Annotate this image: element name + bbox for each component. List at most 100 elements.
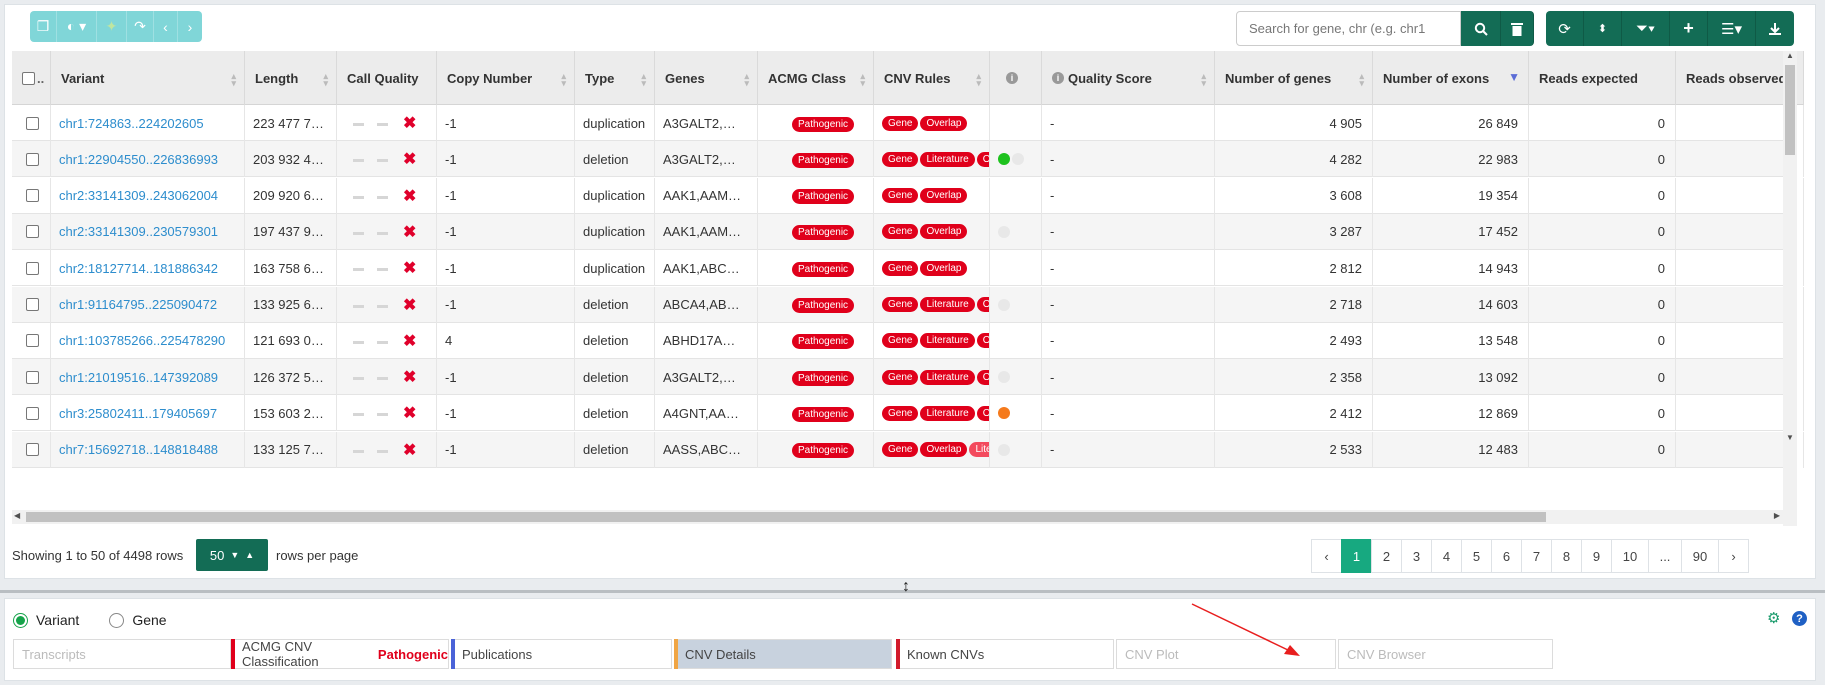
column-header[interactable]: Length ▴ ▾ — [245, 51, 337, 105]
prev-button[interactable]: ‹ — [154, 11, 178, 42]
page-button[interactable]: 90 — [1681, 539, 1719, 573]
next-button[interactable]: › — [178, 11, 202, 42]
panel-splitter[interactable] — [0, 590, 1825, 593]
page-button[interactable]: 3 — [1401, 539, 1432, 573]
page-button[interactable]: ... — [1648, 539, 1682, 573]
search-button[interactable] — [1461, 11, 1501, 46]
table-row[interactable]: chr3:25802411..179405697 153 603 2… ✖ -1 del… — [12, 395, 1804, 432]
page-button[interactable]: 7 — [1521, 539, 1552, 573]
filter-button[interactable]: ⏷▾ — [1622, 11, 1670, 46]
copy-button[interactable]: ❐ — [30, 11, 57, 42]
tab-cnv-browser[interactable]: CNV Browser — [1338, 639, 1553, 669]
page-button[interactable]: 6 — [1491, 539, 1522, 573]
table-row[interactable]: chr1:724863..224202605 223 477 7… ✖ -1 dupli… — [12, 105, 1804, 141]
variant-link[interactable]: chr2:18127714..181886342 — [59, 261, 218, 276]
column-header[interactable]: Number of genes ▴ ▾ — [1215, 51, 1373, 105]
radio-variant[interactable] — [13, 612, 28, 628]
table-cell: AAK1,AAM… — [655, 177, 758, 214]
refresh-button[interactable]: ⟳ — [1546, 11, 1584, 46]
tab-publications[interactable]: Publications — [451, 639, 672, 669]
column-header[interactable]: CNV Rules ▴ ▾ — [874, 51, 990, 105]
variant-link[interactable]: chr2:33141309..230579301 — [59, 224, 218, 239]
column-header[interactable]: Copy Number ▴ ▾ — [437, 51, 575, 105]
checkbox[interactable] — [22, 71, 35, 85]
table-cell: duplication — [575, 213, 655, 250]
column-header[interactable]: Call Quality — [337, 51, 437, 105]
variant-link[interactable]: chr7:15692718..148818488 — [59, 442, 218, 457]
column-header[interactable]: Genes ▴ ▾ — [655, 51, 758, 105]
table-row[interactable]: chr2:33141309..243062004 209 920 6… ✖ -1 dup… — [12, 177, 1804, 214]
download-button[interactable] — [1756, 11, 1794, 46]
length-value: 153 603 2… — [253, 405, 324, 421]
tab-transcripts[interactable]: Transcripts — [13, 639, 231, 669]
search-input[interactable] — [1236, 11, 1461, 46]
row-checkbox[interactable] — [26, 334, 39, 348]
table-row[interactable]: chr1:21019516..147392089 126 372 5… ✖ -1 del… — [12, 359, 1804, 396]
column-header[interactable]: Reads expected — [1529, 51, 1676, 105]
column-header[interactable]: Type ▴ ▾ — [575, 51, 655, 105]
column-header-info[interactable]: i — [990, 51, 1042, 105]
page-button[interactable]: 5 — [1461, 539, 1492, 573]
row-checkbox[interactable] — [26, 189, 39, 203]
gear-icon[interactable]: ⚙ — [1767, 611, 1782, 626]
tab-cnv-details[interactable]: CNV Details — [674, 639, 892, 669]
help-icon[interactable]: ? — [1792, 611, 1807, 626]
variant-link[interactable]: chr1:22904550..226836993 — [59, 152, 218, 167]
clear-button[interactable] — [1501, 11, 1534, 46]
page-size-select[interactable]: 50 ▼ ▲ — [196, 539, 268, 571]
table-row[interactable]: chr1:103785266..225478290 121 693 0… ✖ 4 del… — [12, 322, 1804, 359]
row-checkbox[interactable] — [26, 443, 39, 457]
sort-icon: ▴ ▾ — [323, 71, 328, 88]
variant-link[interactable]: chr1:91164795..225090472 — [59, 297, 217, 312]
tab-cnv-plot[interactable]: CNV Plot — [1116, 639, 1336, 669]
table-row[interactable]: chr1:22904550..226836993 203 932 4… ✖ -1 del… — [12, 141, 1804, 178]
resize-handle-icon[interactable]: ↕ — [902, 578, 910, 596]
add-button[interactable]: + — [1670, 11, 1708, 46]
horizontal-scroll-thumb[interactable] — [26, 512, 1546, 522]
status-dot — [998, 225, 1010, 238]
table-cell: 2 493 — [1215, 322, 1373, 359]
tab-acmg-cnv-classification[interactable]: ACMG CNV Classification Pathogenic — [231, 639, 449, 669]
page-button[interactable]: 4 — [1431, 539, 1462, 573]
column-header[interactable]: Variant ▴ ▾ — [51, 51, 245, 105]
select-all-checkbox[interactable]: .. — [12, 51, 51, 105]
magic-button[interactable]: ✦ — [97, 11, 127, 42]
tab-known-cnvs[interactable]: Known CNVs — [896, 639, 1114, 669]
row-checkbox[interactable] — [26, 225, 39, 239]
page-button[interactable]: 2 — [1371, 539, 1402, 573]
table-row[interactable]: chr2:18127714..181886342 163 758 6… ✖ -1 dup… — [12, 250, 1804, 287]
page-button[interactable]: 10 — [1611, 539, 1649, 573]
row-checkbox[interactable] — [26, 261, 39, 275]
radio-gene[interactable] — [109, 612, 125, 628]
row-checkbox[interactable] — [26, 406, 39, 420]
vertical-scroll-thumb[interactable] — [1785, 65, 1795, 155]
horizontal-scrollbar[interactable]: ◀ ▶ — [12, 510, 1796, 524]
variant-link[interactable]: chr1:724863..224202605 — [59, 116, 204, 131]
table-row[interactable]: chr2:33141309..230579301 197 437 9… ✖ -1 dup… — [12, 213, 1804, 250]
column-header[interactable]: i Quality Score ▴ ▾ — [1042, 51, 1215, 105]
dash-icon — [377, 123, 388, 127]
columns-button[interactable]: ☰▾ — [1708, 11, 1756, 46]
table-row[interactable]: chr1:91164795..225090472 133 925 6… ✖ -1 del… — [12, 286, 1804, 323]
row-checkbox[interactable] — [26, 370, 39, 384]
page-button[interactable]: 8 — [1551, 539, 1582, 573]
page-button[interactable]: 1 — [1341, 539, 1372, 573]
vertical-scrollbar[interactable]: ▲ ▼ — [1783, 51, 1797, 526]
variant-link[interactable]: chr1:103785266..225478290 — [59, 333, 225, 348]
page-prev[interactable]: ‹ — [1311, 539, 1342, 573]
variant-link[interactable]: chr1:21019516..147392089 — [59, 370, 218, 385]
contrast-button[interactable]: ◐ ▾ — [57, 11, 97, 42]
page-next[interactable]: › — [1718, 539, 1749, 573]
table-row[interactable]: chr7:15692718..148818488 133 125 7… ✖ -1 del… — [12, 431, 1804, 468]
page-button[interactable]: 9 — [1581, 539, 1612, 573]
variant-link[interactable]: chr3:25802411..179405697 — [59, 406, 217, 421]
row-checkbox[interactable] — [26, 152, 39, 166]
sort-button[interactable]: ⬍ — [1584, 11, 1622, 46]
share-button[interactable]: ↷ — [127, 11, 154, 42]
column-header[interactable]: Number of exons ▼ — [1373, 51, 1529, 105]
variant-link[interactable]: chr2:33141309..243062004 — [59, 188, 218, 203]
column-header[interactable]: ACMG Class ▴ ▾ — [758, 51, 874, 105]
row-checkbox[interactable] — [26, 116, 39, 130]
call-quality: ✖ — [345, 331, 416, 351]
row-checkbox[interactable] — [26, 298, 39, 311]
